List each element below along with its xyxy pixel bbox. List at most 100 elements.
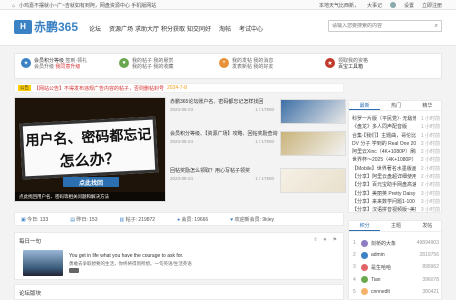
post-title[interactable]: 【分享】阿里云盘超详细使用: [352, 173, 416, 181]
post-title[interactable]: 【Mobile】世界著名水墨版画: [352, 165, 416, 173]
site-logo[interactable]: H 赤鹏365: [14, 18, 78, 35]
banner-image[interactable]: 用户名、密码都忘记 怎么办？ 点此找回 点此找回用户名、密码等相关问题和解决方法: [14, 97, 166, 202]
nav-points[interactable]: 积分获取: [160, 24, 186, 33]
user-name[interactable]: admin: [371, 252, 417, 258]
list-item[interactable]: 赤鹏365论坛账户名、密码都忘记怎样找回 2023-08-23 1 / 1750…: [170, 99, 346, 126]
tab-hot[interactable]: 热门: [380, 101, 411, 110]
list-item[interactable]: 【分享】阿里云盘超详细使用 2 小时前: [352, 173, 440, 181]
nav-help[interactable]: 求助大厅: [134, 24, 160, 33]
quick-link-group-1[interactable]: ✦ 会员积分等级 签到·领礼 会员升级 我同意升级: [21, 58, 87, 70]
post-title[interactable]: 【分享】来来数学问题1-100: [352, 198, 415, 206]
topbar-left-text[interactable]: 小鸡嘉不摆就小~广~吉就如有到阿，网盘资源中心 手机版网站: [19, 2, 156, 9]
ql-text[interactable]: 我同意升级: [55, 64, 80, 70]
avatar[interactable]: [361, 251, 368, 259]
nav-collections[interactable]: 淘帖: [212, 24, 238, 33]
search-input[interactable]: [332, 23, 435, 29]
list-item[interactable]: 【分享】来来数学问题1-100 3 小时前: [352, 198, 440, 206]
quick-link-group-3[interactable]: + 我的发帖 我的消息 发表新帖 我的好友: [219, 58, 273, 70]
topbar-events[interactable]: 大事记: [367, 2, 382, 9]
user-name[interactable]: 是生哈哈: [371, 264, 419, 271]
settings-link[interactable]: 设置: [404, 2, 414, 9]
ql-text[interactable]: 会员升级: [34, 64, 54, 70]
heart-icon[interactable]: ♥: [324, 237, 327, 243]
post-title[interactable]: 合集·【我们】主题曲，哥伦比亚: [352, 132, 416, 140]
post-time: 3 小时前: [420, 207, 440, 214]
table-row[interactable]: 5 cnnnedlt 380421: [353, 286, 439, 298]
share-icon[interactable]: ⇪: [313, 237, 317, 243]
article-thumbnail[interactable]: [280, 131, 346, 156]
list-item[interactable]: DV 分子 学到的 Real One 2024. 2 小时前: [352, 140, 440, 148]
quick-link-group-2[interactable]: ● 我的帖子 我的悬赏 我的帖子 我的收藏: [119, 58, 173, 70]
user-name[interactable]: 剑桥的大象: [371, 240, 414, 247]
tab-latest[interactable]: 最新: [349, 101, 381, 110]
latest-list: 科罗一片版（平民党）· 无敌修炼 1 小时前 《盘龙》多人同声配音版 1 小时前 合…: [352, 115, 440, 215]
stat-new-member[interactable]: ♥ 欢迎新会员: 9kley: [230, 216, 274, 223]
stat-value: 帖子: 219872: [125, 216, 156, 223]
register-link[interactable]: 立即注册: [422, 2, 442, 9]
post-title[interactable]: 科罗一片版（平民党）· 无敌修炼: [352, 115, 416, 123]
avatar[interactable]: [361, 263, 368, 271]
list-item[interactable]: 合集·【我们】主题曲，哥伦比亚 1 小时前: [352, 132, 440, 140]
list-item[interactable]: 会员积分等级、【资源广场】攻略、回帖奖励查询 2023-08-24 1 / 17…: [170, 131, 346, 158]
quick-links-panel: ✦ 会员积分等级 签到·领礼 会员升级 我同意升级 ● 我的帖子 我的悬赏 我的…: [14, 53, 442, 79]
list-item[interactable]: 【分享】汉语拼音视频版~美丽 3 小时前: [352, 206, 440, 214]
ql-text[interactable]: 我的好友: [253, 64, 273, 70]
list-item[interactable]: 科罗一片版（平民党）· 无敌修炼 1 小时前: [352, 115, 440, 123]
notice-text[interactable]: 【网站公告】不得发布违规广告内容的帖子，否则删帖封号: [34, 85, 164, 92]
tab-points[interactable]: 积分: [349, 221, 381, 231]
list-item[interactable]: 【Mobile】世界著名水墨版画 2 小时前: [352, 165, 440, 173]
list-item[interactable]: 【分享】美丽英 Pretty Daisy 高清 3 小时前: [352, 190, 440, 198]
nav-exam[interactable]: 考试中心: [238, 24, 264, 33]
table-row[interactable]: 4 Tian 396078: [353, 274, 439, 286]
home-icon[interactable]: ⌂: [12, 3, 15, 9]
ql-text[interactable]: 百宝工具箱: [338, 64, 363, 70]
article-thumbnail[interactable]: [280, 168, 346, 193]
list-item[interactable]: 世界杯～2025（4K+1080P）中文 2 小时前: [352, 156, 440, 164]
ql-text[interactable]: 我的收藏: [153, 64, 173, 70]
post-title[interactable]: 《盘龙》多人同声配音版: [352, 123, 407, 131]
flag-icon[interactable]: ⚑: [333, 237, 337, 243]
nav-friends[interactable]: 知交同好: [186, 24, 212, 33]
user-score: 380421: [422, 288, 439, 295]
post-time: 2 小时前: [420, 140, 440, 147]
list-item[interactable]: 【分享】百元宝助手网盘高速 2 小时前: [352, 181, 440, 189]
ql-text[interactable]: 我的帖子: [132, 64, 152, 70]
ql-text[interactable]: 发表新帖: [232, 64, 252, 70]
article-thumbnail[interactable]: [280, 99, 346, 124]
banner-caption[interactable]: 点此找回用户名、密码等相关问题和解决方法: [15, 192, 165, 201]
avatar[interactable]: [361, 239, 368, 247]
quick-link-group-4[interactable]: ★ 领取我的资格 百宝工具箱: [325, 58, 368, 70]
nav-forum[interactable]: 论坛: [82, 24, 108, 33]
tab-digest[interactable]: 精华: [412, 101, 443, 110]
post-time: 2 小时前: [420, 157, 440, 164]
post-title[interactable]: 【分享】汉语拼音视频版~美丽: [352, 206, 416, 214]
list-item[interactable]: 阿里云Xinc（4K+1080P）刷剧 2 小时前: [352, 148, 440, 156]
table-row[interactable]: 1 剑桥的大象 49894903: [353, 237, 439, 249]
post-title[interactable]: DV 分子 学到的 Real One 2024.: [352, 140, 416, 148]
list-item[interactable]: 回帖奖励怎么领取？用心写帖子领奖 2023-08-24 1 / 17500: [170, 168, 346, 195]
post-title[interactable]: 【分享】百元宝助手网盘高速: [352, 181, 416, 189]
user-score: 2819756: [419, 252, 439, 259]
table-row[interactable]: 2 admin 2819756: [353, 249, 439, 261]
tab-topics[interactable]: 主题: [380, 221, 411, 231]
avatar[interactable]: [389, 2, 396, 8]
post-title[interactable]: 世界杯～2025（4K+1080P）中文: [352, 156, 416, 164]
table-row[interactable]: 3 是生哈哈 895962: [353, 261, 439, 273]
user-name[interactable]: Tian: [371, 277, 419, 283]
banner-button[interactable]: 点此找回: [63, 177, 119, 187]
stat-value[interactable]: 欢迎新会员: 9kley: [235, 217, 274, 223]
avatar[interactable]: [361, 288, 368, 296]
article-views: 1 / 17500: [255, 139, 274, 144]
nav-resources[interactable]: 资源广场: [108, 24, 134, 33]
tab-posts[interactable]: 发帖: [412, 221, 443, 231]
notice-bar: 公告 【网站公告】不得发布违规广告内容的帖子，否则删帖封号 2024-7-8: [14, 83, 344, 93]
search-icon[interactable]: ⌕: [435, 23, 438, 30]
audio-icon[interactable]: [69, 268, 79, 273]
user-name[interactable]: cnnnedlt: [371, 289, 419, 295]
list-item[interactable]: 《盘龙》多人同声配音版 1 小时前: [352, 123, 440, 131]
post-title[interactable]: 【分享】美丽英 Pretty Daisy 高清: [352, 190, 416, 198]
avatar[interactable]: [361, 276, 368, 284]
ranking-list: 1 剑桥的大象 49894903 2 admin 2819756 3 是生哈哈 895962…: [353, 237, 439, 298]
post-title[interactable]: 阿里云Xinc（4K+1080P）刷剧: [352, 148, 416, 156]
forum-stats: ▣ 今日: 133 ▤ 昨日: 153 ▥ 帖子: 219872 ● 会员: 1…: [14, 212, 344, 226]
